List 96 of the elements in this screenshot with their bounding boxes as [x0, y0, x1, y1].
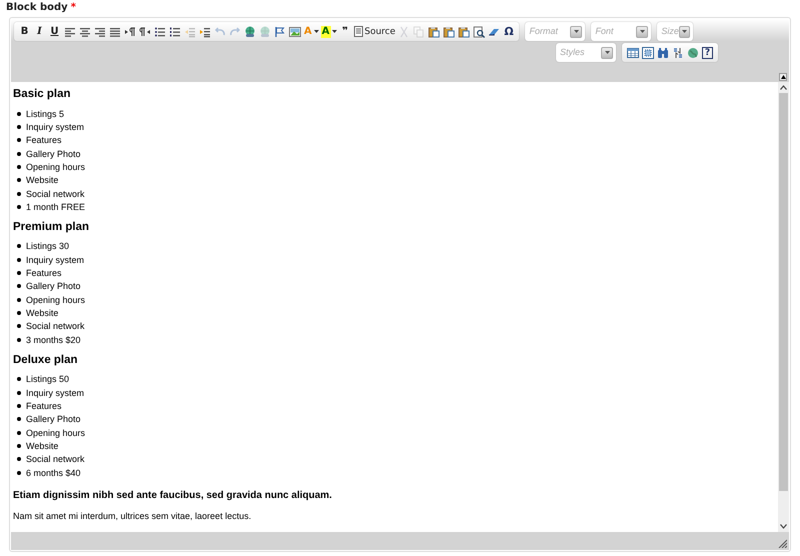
list-item: Inquiry system — [26, 121, 84, 134]
numbered-list-icon[interactable] — [168, 26, 180, 38]
image-icon[interactable] — [288, 26, 300, 38]
caret-icon[interactable] — [332, 30, 336, 33]
scrollbar[interactable] — [778, 82, 789, 532]
caret-icon[interactable] — [640, 30, 645, 33]
bullet-icon — [17, 165, 21, 170]
toolbar-button[interactable]: U — [47, 24, 62, 40]
list-item: 1 month FREE — [26, 201, 86, 214]
bullet-icon — [17, 284, 21, 288]
list-item: Gallery Photo — [26, 280, 81, 292]
heading: Basic plan — [13, 87, 72, 101]
list-item: Features — [26, 400, 62, 412]
list-item: Social network — [26, 320, 85, 332]
binoculars-icon[interactable] — [656, 46, 668, 58]
bullet-icon — [17, 244, 21, 248]
caret-icon[interactable] — [574, 30, 579, 33]
heading: Premium plan — [13, 220, 90, 234]
bullet-icon — [17, 444, 21, 448]
flag-icon[interactable] — [274, 26, 286, 38]
list-item: Inquiry system — [26, 386, 84, 399]
bullet-icon — [17, 311, 21, 316]
background-color-button[interactable]: A — [320, 24, 338, 40]
heading: Deluxe plan — [13, 352, 79, 366]
bullet-icon — [17, 258, 21, 262]
bullet-icon — [17, 430, 21, 435]
help-button[interactable]: ? — [702, 46, 713, 58]
document-icon[interactable] — [354, 26, 362, 37]
list-item: Opening hours — [26, 161, 86, 174]
paragraph-direction-icon[interactable] — [124, 26, 136, 38]
caret-icon[interactable] — [604, 51, 610, 54]
globe-chain-icon[interactable] — [244, 26, 256, 38]
list-item: Opening hours — [26, 426, 86, 439]
bullet-icon — [17, 192, 21, 196]
clipboard-icon[interactable] — [428, 26, 440, 38]
toolbar-button[interactable]: I — [32, 24, 47, 40]
list-item: Listings 30 — [26, 240, 70, 252]
caret-icon[interactable] — [682, 30, 688, 33]
required-mark: * — [70, 2, 76, 13]
clipboard-icon[interactable] — [458, 26, 470, 38]
list-item: Social network — [26, 188, 85, 200]
bullet-icon — [17, 404, 21, 408]
align-right-icon[interactable] — [94, 26, 106, 38]
list-item: Opening hours — [26, 294, 86, 306]
list-item: Website — [26, 174, 58, 186]
bullet-icon — [17, 470, 21, 475]
magnifier-page-icon[interactable] — [472, 26, 485, 38]
list-item: 6 months $40 — [26, 466, 81, 479]
bold-text: Etiam dignissim nibh sed ante faucibus, sed gravida nunc aliquam. — [13, 489, 333, 502]
bullet-icon — [17, 390, 21, 395]
bullet-icon — [17, 298, 21, 302]
bullet-icon — [17, 152, 21, 156]
align-center-icon[interactable] — [78, 26, 90, 38]
field-label: Block body — [6, 2, 68, 13]
bullet-icon — [17, 324, 21, 328]
source-button[interactable]: Source — [352, 24, 396, 40]
toolbar-button[interactable]: Ω — [501, 24, 516, 40]
list-item: 3 months $20 — [26, 334, 81, 346]
list-item: Listings 5 — [26, 108, 64, 120]
clipboard-icon[interactable] — [442, 26, 455, 38]
indent-icon[interactable] — [198, 26, 210, 38]
bullet-icon — [17, 205, 21, 210]
list-item: Inquiry system — [26, 254, 84, 266]
paragraph: Nam sit amet mi interdum, ultrices sem vitae, laoreet lectus. — [13, 510, 252, 524]
list-item: Website — [26, 440, 58, 452]
bullet-icon — [17, 457, 21, 462]
scroll-down-icon[interactable] — [780, 524, 787, 529]
list-item: Listings 50 — [26, 373, 70, 386]
bullet-icon — [17, 125, 21, 130]
bulleted-list-icon[interactable] — [154, 26, 166, 38]
list-item: Social network — [26, 453, 85, 466]
list-item: Gallery Photo — [26, 148, 81, 160]
paragraph-direction-icon[interactable] — [138, 26, 150, 38]
list-item: Gallery Photo — [26, 413, 81, 426]
align-left-icon[interactable] — [64, 26, 76, 38]
bullet-icon — [17, 271, 21, 276]
bullet-icon — [17, 417, 21, 422]
align-justify-icon[interactable] — [108, 26, 120, 38]
globe-icon[interactable] — [686, 46, 698, 58]
table-icon[interactable] — [626, 46, 638, 58]
toolbar-button[interactable]: ❞ — [338, 24, 352, 40]
list-item: Features — [26, 134, 62, 146]
collapse-button[interactable] — [779, 73, 787, 81]
caret-icon[interactable] — [314, 30, 319, 33]
bullet-icon — [17, 112, 21, 116]
scroll-up-icon[interactable] — [780, 85, 787, 90]
select-all-icon[interactable] — [642, 46, 654, 58]
bullet-icon — [17, 138, 21, 142]
bullet-icon — [17, 178, 21, 182]
list-item: Website — [26, 307, 58, 320]
toolbar-button[interactable]: B — [17, 24, 32, 40]
bullet-icon — [17, 377, 21, 382]
resize-grip-icon[interactable] — [778, 539, 787, 548]
bullet-icon — [17, 338, 21, 342]
replace-icon[interactable] — [672, 46, 684, 58]
list-item: Features — [26, 267, 62, 280]
